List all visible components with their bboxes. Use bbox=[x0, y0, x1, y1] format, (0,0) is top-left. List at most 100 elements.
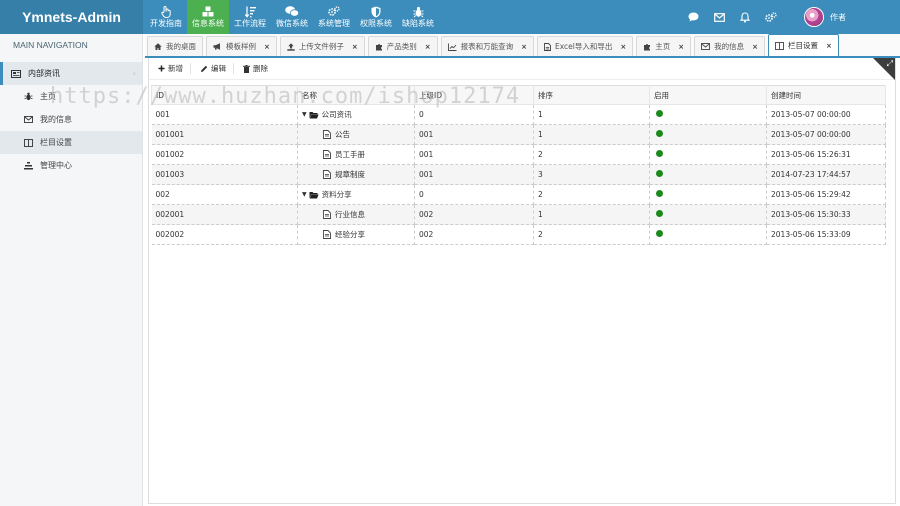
table-row[interactable]: 001 ▼ 公司资讯 0 1 2013-05-07 00:00:00 bbox=[151, 104, 886, 125]
enabled-status-icon bbox=[656, 190, 663, 197]
cell-created: 2013-05-06 15:33:09 bbox=[766, 224, 886, 245]
column-header[interactable]: 排序 bbox=[533, 85, 650, 105]
topnav-item-2[interactable]: 工作流程 bbox=[229, 0, 271, 34]
cell-enabled bbox=[649, 184, 767, 205]
tab-label: 上传文件例子 bbox=[298, 42, 344, 51]
envelope-icon bbox=[24, 116, 33, 123]
edit-button[interactable]: 编辑 bbox=[197, 63, 234, 74]
cubes-icon bbox=[202, 5, 214, 18]
topnav-item-6[interactable]: 缺陷系统 bbox=[397, 0, 439, 34]
document-icon bbox=[323, 150, 331, 159]
column-header[interactable]: 启用 bbox=[649, 85, 767, 105]
table-body: 001 ▼ 公司资讯 0 1 2013-05-07 00:00:00 001001 公告 001… bbox=[151, 104, 886, 245]
topnav-item-5[interactable]: 权限系统 bbox=[355, 0, 397, 34]
tab-1[interactable]: 模板样例 × bbox=[206, 36, 277, 56]
cell-parent-id: 0 bbox=[414, 104, 534, 125]
cell-created: 2013-05-06 15:29:42 bbox=[766, 184, 886, 205]
chat-icon[interactable] bbox=[680, 0, 706, 34]
topnav-item-1[interactable]: 信息系统 bbox=[187, 0, 229, 34]
cell-name: 员工手册 bbox=[297, 144, 415, 165]
bell-icon[interactable] bbox=[732, 0, 758, 34]
tab-4[interactable]: 报表和万能查询 × bbox=[440, 36, 534, 56]
user-menu[interactable]: 作者 bbox=[804, 7, 846, 27]
column-header[interactable]: 名称 bbox=[297, 85, 415, 105]
close-icon[interactable]: × bbox=[264, 43, 270, 51]
table-row[interactable]: 002001 行业信息 002 1 2013-05-06 15:30:33 bbox=[151, 204, 886, 225]
delete-button[interactable]: 删除 bbox=[240, 63, 275, 74]
close-icon[interactable]: × bbox=[521, 43, 527, 51]
category-table: ID 名称 上级ID 排序 启用 创建时间 001 ▼ 公司资讯 0 1 2013-05-07 00… bbox=[151, 85, 886, 245]
cell-name: 经验分享 bbox=[297, 224, 415, 245]
category-name: 公司资讯 bbox=[321, 110, 352, 119]
column-header[interactable]: 创建时间 bbox=[766, 85, 886, 105]
tab-2[interactable]: 上传文件例子 × bbox=[279, 36, 365, 56]
column-header[interactable]: 上级ID bbox=[414, 85, 534, 105]
sidebar-item-2[interactable]: 栏目设置 bbox=[0, 131, 142, 154]
tab-7[interactable]: 我的信息 × bbox=[694, 36, 765, 56]
topnav-item-3[interactable]: 微信系统 bbox=[271, 0, 313, 34]
tab-5[interactable]: Excel导入和导出 × bbox=[537, 36, 634, 56]
tab-3[interactable]: 产品类别 × bbox=[367, 36, 438, 56]
category-name: 资料分享 bbox=[321, 190, 352, 199]
cell-created: 2013-05-06 15:26:31 bbox=[766, 144, 886, 165]
tab-label: 栏目设置 bbox=[788, 41, 818, 50]
expand-toggle-icon[interactable]: ▼ bbox=[302, 111, 307, 118]
close-icon[interactable]: × bbox=[752, 43, 758, 51]
tab-6[interactable]: 主页 × bbox=[636, 36, 692, 56]
tab-label: 模板样例 bbox=[226, 42, 256, 51]
app-logo[interactable]: Ymnets-Admin bbox=[0, 0, 143, 34]
close-icon[interactable]: × bbox=[425, 43, 431, 51]
tab-label: 我的桌面 bbox=[166, 42, 196, 51]
cell-enabled bbox=[649, 164, 767, 185]
toolbar: 新增 编辑 删除 bbox=[149, 58, 895, 80]
cogs-icon[interactable] bbox=[758, 0, 784, 34]
cell-parent-id: 0 bbox=[414, 184, 534, 205]
category-name: 经验分享 bbox=[335, 230, 365, 239]
folder-open-icon bbox=[309, 191, 319, 199]
cell-created: 2013-05-07 00:00:00 bbox=[766, 124, 886, 145]
topnav-item-0[interactable]: 开发指南 bbox=[145, 0, 187, 34]
cogs-icon bbox=[328, 5, 340, 18]
topnav-item-label: 开发指南 bbox=[150, 19, 182, 28]
trash-icon bbox=[243, 64, 250, 73]
table-row[interactable]: 001003 规章制度 001 3 2014-07-23 17:44:57 bbox=[151, 164, 886, 185]
sidebar-item-1[interactable]: 我的信息 bbox=[0, 108, 142, 131]
document-icon bbox=[323, 170, 331, 179]
cell-sort: 3 bbox=[533, 164, 650, 185]
tab-label: 报表和万能查询 bbox=[460, 42, 514, 51]
add-button-label: 新增 bbox=[168, 64, 183, 73]
cell-enabled bbox=[649, 144, 767, 165]
bars-icon bbox=[24, 161, 33, 170]
sidebar-item-3[interactable]: 管理中心 bbox=[0, 154, 142, 177]
avatar bbox=[804, 7, 824, 27]
sidebar-group-internal-news[interactable]: 内部资讯 ‹ bbox=[0, 62, 142, 85]
close-icon[interactable]: × bbox=[678, 43, 684, 51]
cell-id: 001001 bbox=[151, 124, 298, 145]
envelope-icon[interactable] bbox=[706, 0, 732, 34]
hand-pointer-icon bbox=[160, 5, 172, 18]
table-row[interactable]: 002002 经验分享 002 2 2013-05-06 15:33:09 bbox=[151, 224, 886, 245]
table-row[interactable]: 001001 公告 001 1 2013-05-07 00:00:00 bbox=[151, 124, 886, 145]
column-header[interactable]: ID bbox=[151, 85, 298, 105]
table-row[interactable]: 001002 员工手册 001 2 2013-05-06 15:26:31 bbox=[151, 144, 886, 165]
topnav-item-label: 微信系统 bbox=[276, 19, 308, 28]
chevron-left-icon: ‹ bbox=[132, 69, 136, 78]
expand-toggle-icon[interactable]: ▼ bbox=[302, 191, 307, 198]
close-icon[interactable]: × bbox=[620, 43, 626, 51]
topnav-item-4[interactable]: 系统管理 bbox=[313, 0, 355, 34]
sidebar-item-0[interactable]: 主页 bbox=[0, 85, 142, 108]
tab-label: 产品类别 bbox=[386, 42, 417, 51]
delete-button-label: 删除 bbox=[253, 64, 268, 73]
tab-8[interactable]: 栏目设置 × bbox=[768, 34, 839, 56]
tab-0[interactable]: 我的桌面 bbox=[147, 36, 203, 56]
enabled-status-icon bbox=[656, 130, 663, 137]
tab-label: 我的信息 bbox=[714, 42, 745, 51]
file-icon bbox=[544, 42, 551, 51]
close-icon[interactable]: × bbox=[826, 42, 832, 50]
close-icon[interactable]: × bbox=[352, 43, 358, 51]
table-row[interactable]: 002 ▼ 资料分享 0 2 2013-05-06 15:29:42 bbox=[151, 184, 886, 205]
document-icon bbox=[323, 130, 331, 139]
sidebar-item-label: 主页 bbox=[40, 92, 56, 101]
edit-button-label: 编辑 bbox=[211, 64, 226, 73]
add-button[interactable]: 新增 bbox=[155, 63, 191, 74]
